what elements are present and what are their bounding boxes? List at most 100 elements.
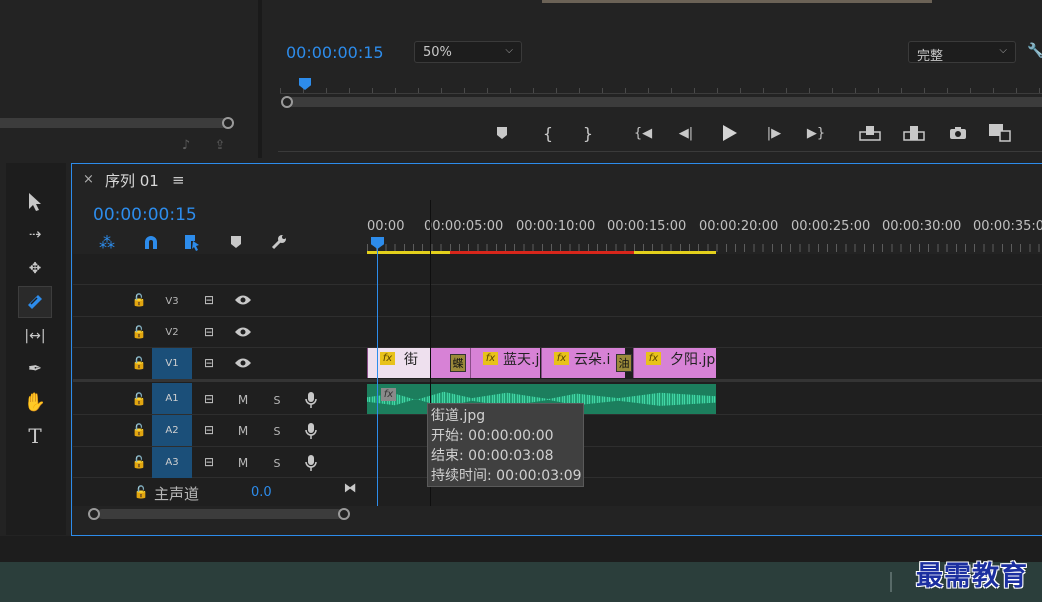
timeline-timecode[interactable]: 00:00:00:15 xyxy=(93,205,197,225)
solo-button-a2[interactable]: S xyxy=(268,423,286,439)
toggle-sync-icon[interactable]: ⊟ xyxy=(201,391,217,407)
master-track-label: 主声道 xyxy=(154,485,200,503)
program-scroll-track[interactable] xyxy=(287,97,1042,107)
camera-icon[interactable] xyxy=(948,124,968,142)
step-back-icon[interactable]: ◀| xyxy=(676,124,696,142)
clip-sky[interactable]: fx 蓝天.j xyxy=(470,348,540,378)
hand-icon[interactable]: ✋ xyxy=(22,389,48,415)
mic-icon[interactable] xyxy=(302,421,320,441)
quality-dropdown[interactable]: 完整 ⌵ xyxy=(908,41,1016,64)
solo-button-a1[interactable]: S xyxy=(268,392,286,408)
timeline-scroll-track[interactable] xyxy=(97,509,343,519)
program-monitor: 00:00:00:15 50% ⌵ 完整 ⌵ 🔧 { } {◀ ◀| |▶ ▶} xyxy=(262,0,1042,158)
settings-wrench-icon[interactable]: 🔧 xyxy=(1027,42,1042,60)
export-frame-icon[interactable]: ⇪ xyxy=(210,137,230,153)
watermark-logo: 最需教育 xyxy=(916,561,1028,592)
quality-value: 完整 xyxy=(917,49,944,64)
track-select-icon[interactable]: ⇢ xyxy=(22,221,48,247)
eye-icon[interactable] xyxy=(233,355,253,371)
ruler-label-1: 00:00:05:00 xyxy=(424,219,504,234)
toggle-sync-icon[interactable]: ⊟ xyxy=(201,324,217,340)
ruler-label-5: 00:00:25:00 xyxy=(791,219,871,234)
fx-badge: fx xyxy=(554,352,569,365)
go-to-in-icon[interactable]: {◀ xyxy=(632,124,654,142)
mute-button-a2[interactable]: M xyxy=(234,423,252,439)
wrench-icon[interactable] xyxy=(268,232,290,252)
eye-icon[interactable] xyxy=(233,324,253,340)
lock-icon[interactable]: 🔓 xyxy=(132,324,147,340)
zoom-dropdown[interactable]: 50% ⌵ xyxy=(414,41,522,63)
toggle-sync-icon[interactable]: ⊟ xyxy=(201,454,217,470)
audio-output-icon[interactable]: ♪ xyxy=(176,137,196,153)
mark-in-icon[interactable]: { xyxy=(540,124,556,143)
ripple-edit-icon[interactable]: ✥ xyxy=(22,255,48,281)
transition-marker[interactable]: 蝶 xyxy=(450,354,466,372)
eye-icon[interactable] xyxy=(233,292,253,308)
toggle-sync-icon[interactable]: ⊟ xyxy=(201,355,217,371)
button-editor-icon[interactable] xyxy=(988,122,1012,144)
tooltip-start: 开始: 00:00:00:00 xyxy=(431,428,554,444)
slip-icon[interactable]: |↔| xyxy=(20,323,50,349)
lift-icon[interactable] xyxy=(858,124,882,142)
step-forward-icon[interactable]: |▶ xyxy=(764,124,784,142)
lock-icon[interactable]: 🔓 xyxy=(132,355,147,371)
track-label-a3[interactable]: A3 xyxy=(152,447,192,478)
toggle-sync-icon[interactable]: ⊟ xyxy=(201,422,217,438)
go-to-out-icon[interactable]: ▶} xyxy=(804,124,828,142)
solo-button-a3[interactable]: S xyxy=(268,455,286,471)
snap-icon[interactable] xyxy=(140,232,162,252)
clip-sunset[interactable]: fx 夕阳.jp xyxy=(633,348,716,378)
transport-divider xyxy=(278,151,1042,152)
selection-tool-icon[interactable] xyxy=(22,189,48,215)
chevron-down-icon: ⌵ xyxy=(505,45,513,56)
mute-button-a3[interactable]: M xyxy=(234,455,252,471)
pen-icon[interactable]: ✒ xyxy=(22,356,48,382)
linked-select-icon[interactable] xyxy=(181,232,203,252)
source-scroll-handle[interactable] xyxy=(222,117,234,129)
taskbar xyxy=(0,562,1042,602)
row-separator xyxy=(73,316,1042,317)
lock-icon[interactable]: 🔓 xyxy=(132,292,147,308)
mute-button-a1[interactable]: M xyxy=(234,392,252,408)
ruler-label-6: 00:00:30:00 xyxy=(882,219,962,234)
extract-icon[interactable] xyxy=(902,124,926,142)
program-timecode[interactable]: 00:00:00:15 xyxy=(286,43,384,62)
track-label-v2[interactable]: V2 xyxy=(153,318,191,346)
lock-icon[interactable]: 🔓 xyxy=(132,422,147,438)
bottom-gap xyxy=(0,536,1042,562)
track-label-a1[interactable]: A1 xyxy=(152,383,192,414)
mic-icon[interactable] xyxy=(302,453,320,473)
video-frame-strip xyxy=(542,0,932,3)
play-icon[interactable] xyxy=(720,123,740,143)
timeline-scroll-handle-right[interactable] xyxy=(338,508,350,520)
program-ruler[interactable] xyxy=(280,78,1042,94)
track-label-v3[interactable]: V3 xyxy=(153,287,191,315)
timeline-playhead-line[interactable] xyxy=(377,248,378,506)
type-icon[interactable]: T xyxy=(22,423,48,449)
track-label-v1[interactable]: V1 xyxy=(152,348,192,379)
add-marker-icon[interactable] xyxy=(226,232,246,252)
close-tab-icon[interactable]: × xyxy=(83,172,94,187)
track-label-a2[interactable]: A2 xyxy=(152,415,192,446)
add-marker-icon[interactable] xyxy=(494,124,510,142)
source-scroll-track[interactable] xyxy=(0,118,228,128)
transition-marker[interactable]: 油 xyxy=(616,354,632,372)
sequence-tab-title[interactable]: 序列 01 xyxy=(105,170,159,191)
lock-icon[interactable]: 🔓 xyxy=(132,391,147,407)
timeline-scroll-handle-left[interactable] xyxy=(88,508,100,520)
razor-tool-button[interactable] xyxy=(18,286,52,318)
clip-cloud[interactable]: fx 云朵.i xyxy=(541,348,625,378)
mic-icon[interactable] xyxy=(302,390,320,410)
clip-name: 蓝天.j xyxy=(503,352,540,368)
go-to-end-icon[interactable]: ⧓ xyxy=(340,480,360,496)
panel-menu-icon[interactable]: ≡ xyxy=(172,171,185,189)
clip-name: 云朵.i xyxy=(574,352,611,368)
toggle-sync-icon[interactable]: ⊟ xyxy=(201,292,217,308)
lock-icon[interactable]: 🔓 xyxy=(134,484,149,500)
program-scroll-handle[interactable] xyxy=(281,96,293,108)
nest-icon[interactable]: ⁂ xyxy=(96,232,118,252)
master-volume-value[interactable]: 0.0 xyxy=(251,485,272,500)
lock-icon[interactable]: 🔓 xyxy=(132,454,147,470)
audio-fx-badge: fx xyxy=(381,388,396,401)
mark-out-icon[interactable]: } xyxy=(580,124,596,143)
